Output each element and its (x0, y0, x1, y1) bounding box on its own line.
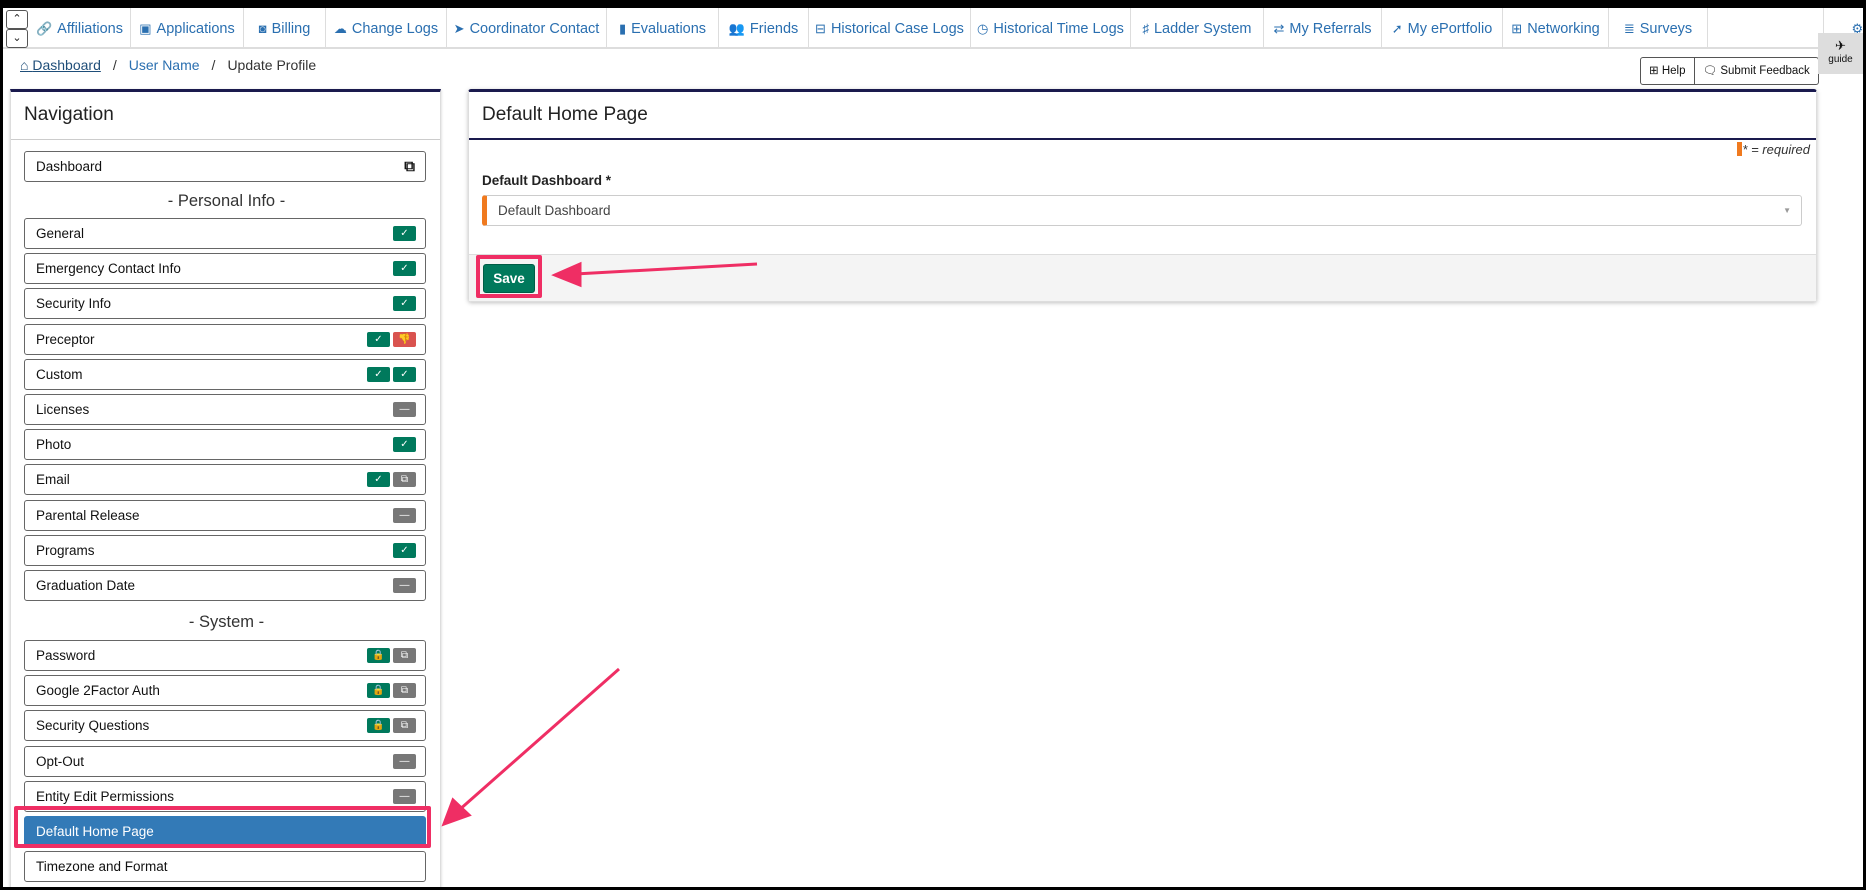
arrow-to-save (574, 262, 758, 276)
arrow-to-nav-item (457, 667, 620, 813)
arrow-head (551, 261, 582, 288)
annotation-arrows (441, 261, 758, 827)
